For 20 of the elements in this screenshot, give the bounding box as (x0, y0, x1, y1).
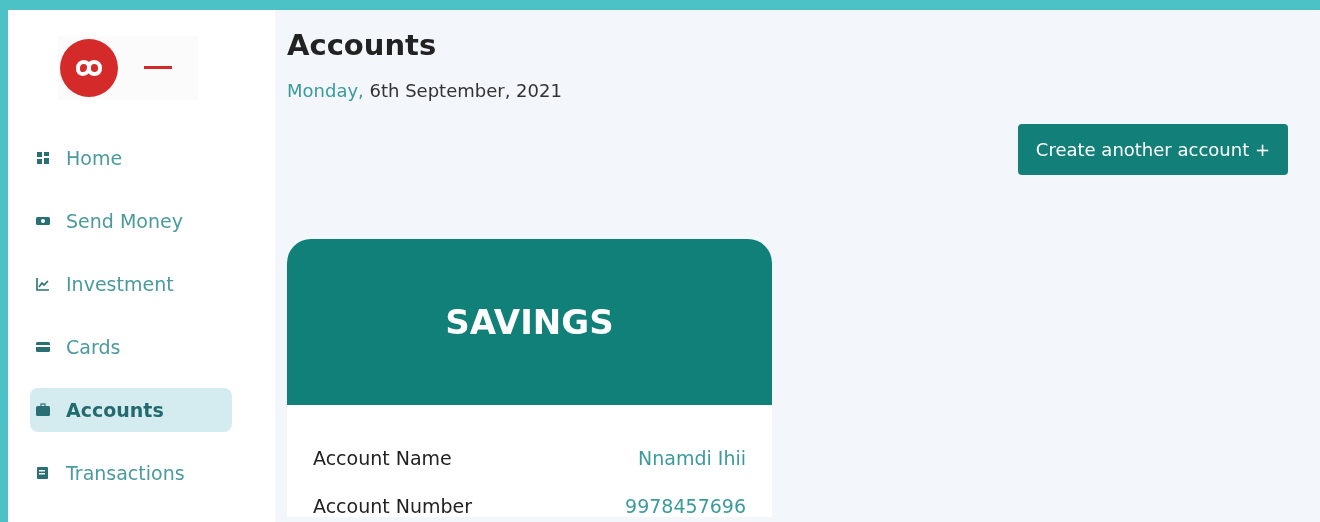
create-account-button[interactable]: Create another account + (1017, 124, 1288, 175)
sidebar-item[interactable]: Cards (30, 325, 232, 369)
field-value: 9978457696 (625, 495, 746, 517)
briefcase-icon (36, 403, 50, 417)
sidebar-item[interactable]: Home (30, 136, 232, 180)
field-value: Nnamdi Ihii (638, 447, 746, 469)
sidebar-item[interactable]: Transactions (30, 451, 232, 495)
field-label: Account Name (313, 447, 452, 469)
account-type: SAVINGS (445, 302, 614, 342)
grid-icon (36, 151, 50, 165)
page-title: Accounts (287, 28, 438, 62)
receipt-icon (36, 466, 50, 480)
card-icon (36, 340, 50, 354)
banknote-icon (36, 214, 50, 228)
date-text: Monday, 6th September, 2021 (287, 80, 563, 101)
field-label: Account Number (313, 495, 473, 517)
chart-icon (36, 277, 50, 291)
sidebar-item[interactable]: Investment (30, 262, 232, 306)
sidebar-item[interactable]: Accounts (30, 388, 232, 432)
sidebar-item[interactable]: Send Money (30, 199, 232, 243)
